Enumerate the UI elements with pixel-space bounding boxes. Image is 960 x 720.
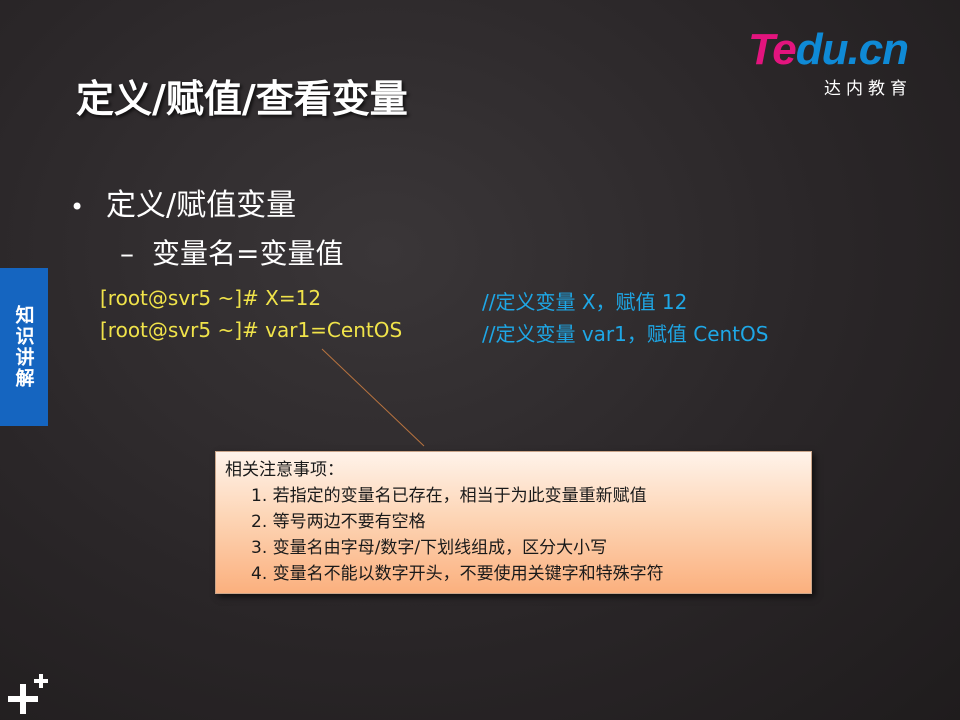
- tedu-logo: Tedu.cn 达内教育: [748, 25, 938, 100]
- notes-callout: 相关注意事项： 1. 若指定的变量名已存在，相当于为此变量重新赋值 2. 等号两…: [215, 451, 812, 594]
- side-tab-label: 知识讲解: [12, 305, 35, 389]
- callout-line: [321, 348, 425, 447]
- bullet-level2-text: 变量名=变量值: [152, 237, 344, 270]
- note-item: 3. 变量名由字母/数字/下划线组成，区分大小写: [251, 538, 608, 558]
- notes-heading: 相关注意事项：: [225, 460, 344, 480]
- code-comment-2: //定义变量 var1，赋值 CentOS: [482, 322, 769, 346]
- note-item: 4. 变量名不能以数字开头，不要使用关键字和特殊字符: [251, 564, 664, 584]
- note-item: 1. 若指定的变量名已存在，相当于为此变量重新赋值: [251, 486, 647, 506]
- bullet-level1-text: 定义/赋值变量: [106, 188, 297, 223]
- plus-logo-icon: [8, 674, 48, 714]
- logo-wordmark: Tedu.cn: [748, 25, 909, 74]
- logo-part2: du.cn: [795, 25, 909, 74]
- logo-part1: Te: [748, 25, 797, 74]
- bullet-level1: • 定义/赋值变量: [70, 180, 296, 224]
- bullet-dot-icon: •: [70, 193, 85, 221]
- code-command-2: [root@svr5 ~]# var1=CentOS: [100, 318, 403, 342]
- code-command-1: [root@svr5 ~]# X=12: [100, 286, 322, 310]
- note-item: 2. 等号两边不要有空格: [251, 512, 426, 532]
- side-tab: 知识讲解: [0, 268, 48, 426]
- code-comment-1: //定义变量 X，赋值 12: [482, 290, 688, 314]
- logo-subtitle: 达内教育: [824, 79, 912, 99]
- slide-title: 定义/赋值/查看变量: [76, 77, 408, 121]
- bullet-level2: – 变量名=变量值: [120, 232, 343, 272]
- dash-icon: –: [120, 237, 134, 270]
